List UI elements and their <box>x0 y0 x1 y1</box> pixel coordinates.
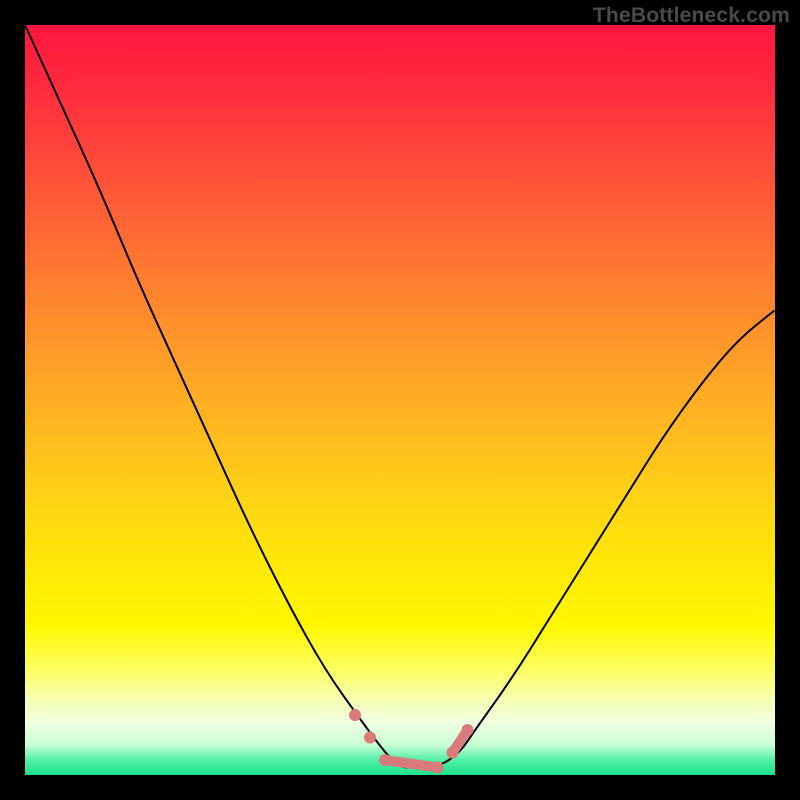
valley-flat-segment <box>385 760 438 768</box>
valley-dot <box>462 724 474 736</box>
curve-svg <box>25 25 775 775</box>
plot-area <box>25 25 775 775</box>
valley-dot <box>447 747 459 759</box>
valley-dot <box>432 762 444 774</box>
valley-dot <box>364 732 376 744</box>
valley-accent-group <box>349 709 474 774</box>
chart-frame: TheBottleneck.com <box>0 0 800 800</box>
valley-dot <box>379 754 391 766</box>
valley-dot <box>349 709 361 721</box>
bottleneck-curve <box>25 25 775 768</box>
